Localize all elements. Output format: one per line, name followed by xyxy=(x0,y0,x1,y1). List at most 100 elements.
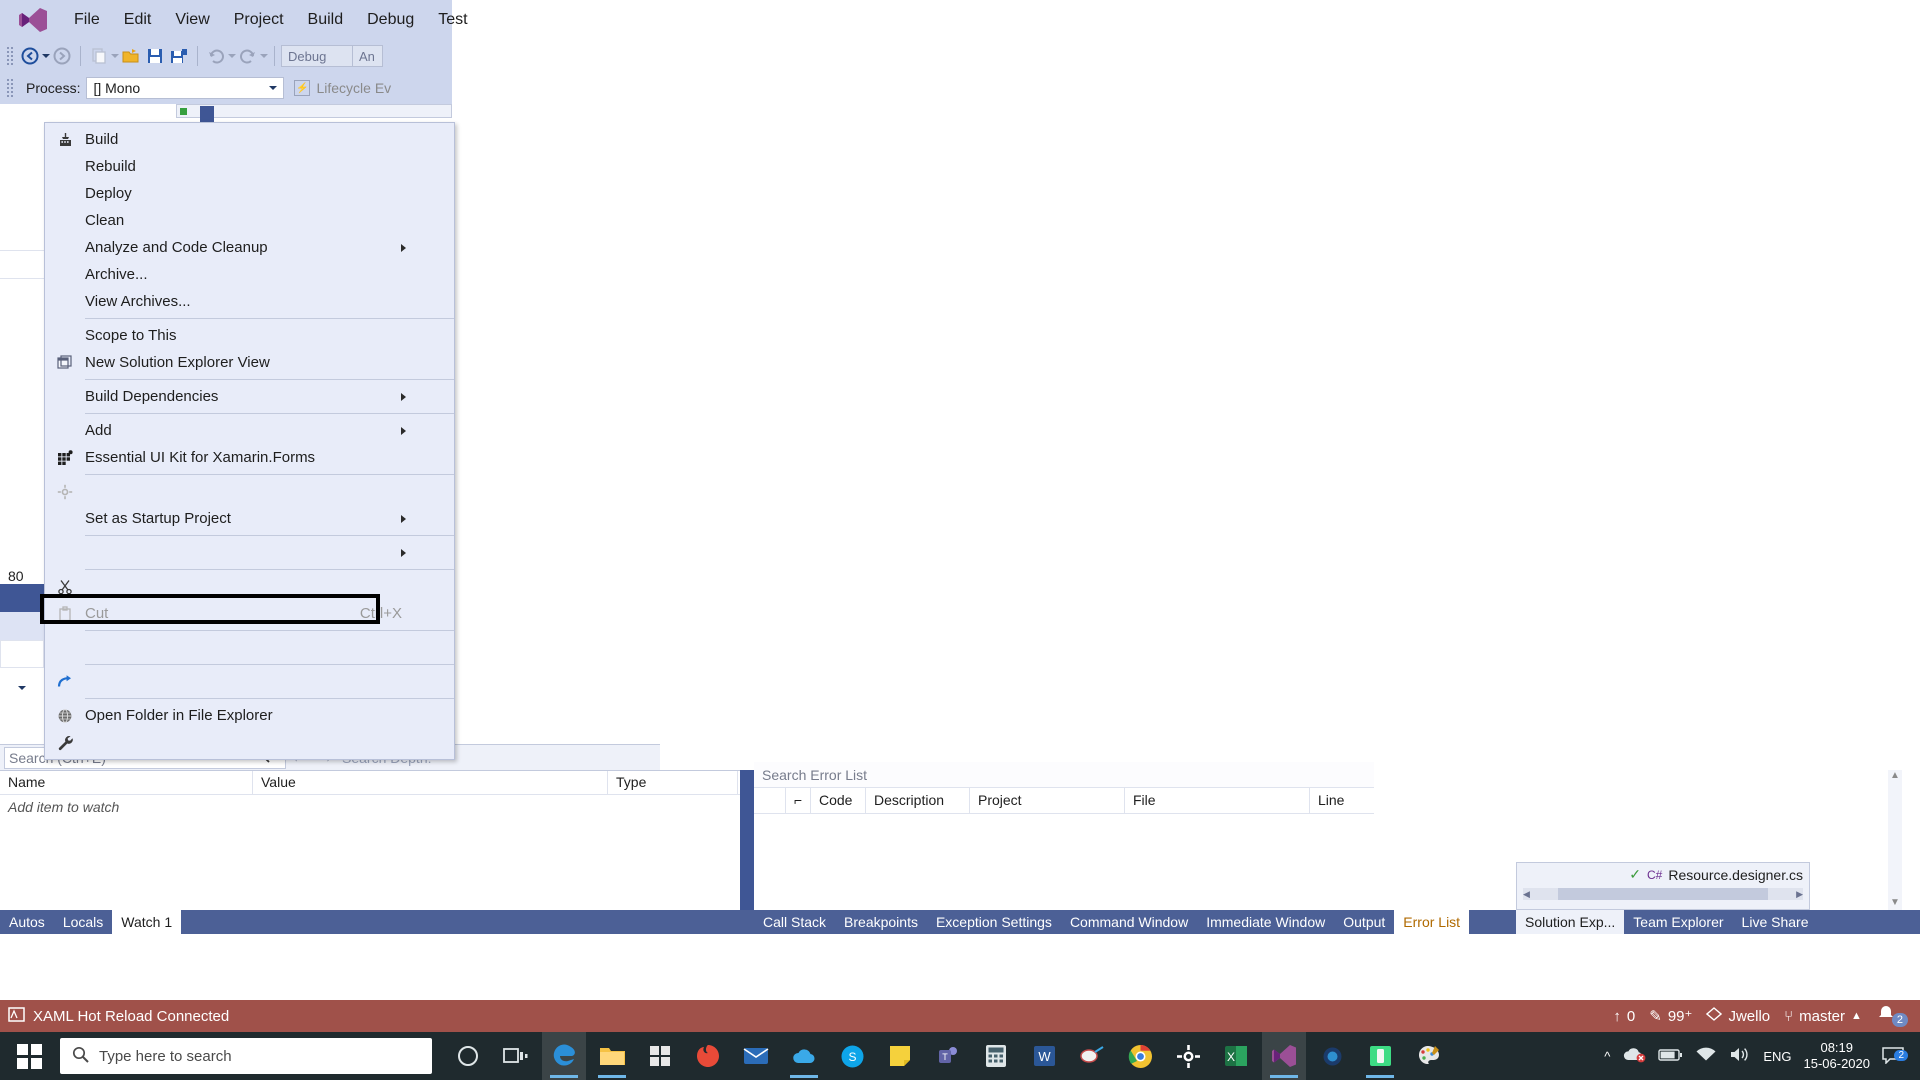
editor-zoom-indicator[interactable]: ✎ 99⁺ xyxy=(1649,1007,1692,1025)
context-menu-item-scope-to-this[interactable]: Scope to This xyxy=(45,322,454,349)
tab-team-explorer[interactable]: Team Explorer xyxy=(1624,910,1732,934)
mail-icon[interactable] xyxy=(734,1032,778,1080)
keyboard-language[interactable]: ENG xyxy=(1763,1049,1791,1064)
context-menu-item-archive[interactable]: Archive... xyxy=(45,261,454,288)
solution-platform-combo[interactable]: An xyxy=(353,45,383,67)
paint-icon[interactable] xyxy=(1406,1032,1450,1080)
tab-autos[interactable]: Autos xyxy=(0,910,54,934)
visual-studio-icon[interactable] xyxy=(1262,1032,1306,1080)
tab-command-window[interactable]: Command Window xyxy=(1061,910,1197,934)
menu-view[interactable]: View xyxy=(163,7,221,33)
context-menu-item-essential-ui-kit[interactable]: Essential UI Kit for Xamarin.Forms xyxy=(45,444,454,471)
redo-dropdown-icon[interactable] xyxy=(260,54,268,58)
tab-immediate-window[interactable]: Immediate Window xyxy=(1197,910,1334,934)
tab-error-list[interactable]: Error List xyxy=(1394,910,1470,934)
toolbar-grip[interactable] xyxy=(6,46,14,66)
navigate-back-dropdown-icon[interactable] xyxy=(42,54,50,58)
taskbar-clock[interactable]: 08:19 15-06-2020 xyxy=(1804,1040,1871,1072)
calculator-icon[interactable] xyxy=(974,1032,1018,1080)
file-explorer-icon[interactable] xyxy=(590,1032,634,1080)
tab-exception-settings[interactable]: Exception Settings xyxy=(927,910,1061,934)
process-combo[interactable]: [] Mono xyxy=(86,77,285,99)
solution-configuration-combo[interactable]: Debug xyxy=(281,45,353,67)
chrome-icon[interactable] xyxy=(1118,1032,1162,1080)
onedrive-icon[interactable] xyxy=(782,1032,826,1080)
scroll-thumb[interactable] xyxy=(1558,888,1768,900)
context-menu-item-build-dependencies[interactable]: Build Dependencies xyxy=(45,383,454,410)
error-list-column-line[interactable]: Line xyxy=(1310,788,1370,813)
menu-file[interactable]: File xyxy=(62,7,112,33)
tab-watch-1[interactable]: Watch 1 xyxy=(112,910,182,934)
context-menu-item-build[interactable]: Build xyxy=(45,126,454,153)
tab-output[interactable]: Output xyxy=(1334,910,1394,934)
context-menu-item-load-project-dependencies[interactable] xyxy=(45,634,454,661)
process-toolbar-grip[interactable] xyxy=(6,78,14,98)
context-menu-item-rebuild[interactable]: Rebuild xyxy=(45,153,454,180)
context-menu-item-add[interactable]: Add xyxy=(45,417,454,444)
watch-column-type[interactable]: Type xyxy=(608,771,738,794)
cortana-icon[interactable] xyxy=(446,1032,490,1080)
menu-test[interactable]: Test xyxy=(426,7,479,33)
battery-icon[interactable] xyxy=(1658,1048,1683,1065)
context-menu-item-properties[interactable] xyxy=(45,729,454,756)
menu-edit[interactable]: Edit xyxy=(112,7,164,33)
wifi-icon[interactable] xyxy=(1695,1047,1717,1066)
watch-column-name[interactable]: Name xyxy=(0,771,253,794)
context-menu-item-debug[interactable]: Set as Startup Project xyxy=(45,505,454,532)
user-account[interactable]: Jwello xyxy=(1706,1007,1770,1025)
watch-empty-row[interactable]: Add item to watch xyxy=(0,795,740,819)
undo-dropdown-icon[interactable] xyxy=(228,54,236,58)
context-menu-item-cut[interactable] xyxy=(45,573,454,600)
navigate-forward-icon[interactable] xyxy=(50,44,74,68)
navigate-back-icon[interactable] xyxy=(18,44,42,68)
save-icon[interactable] xyxy=(143,44,167,68)
error-list-column-file[interactable]: File xyxy=(1125,788,1310,813)
error-list-column-code[interactable]: Code xyxy=(811,788,866,813)
watch-scrollbar[interactable]: ▲ ▼ xyxy=(1888,770,1902,910)
redo-icon[interactable] xyxy=(236,44,260,68)
paint-3d-icon[interactable] xyxy=(1070,1032,1114,1080)
error-list-column-blank[interactable] xyxy=(754,788,786,813)
scroll-down-icon[interactable]: ▼ xyxy=(1888,897,1902,908)
microsoft-store-icon[interactable] xyxy=(638,1032,682,1080)
context-menu-item-new-solution-explorer-view[interactable]: New Solution Explorer View xyxy=(45,349,454,376)
tab-locals[interactable]: Locals xyxy=(54,910,112,934)
watch-column-value[interactable]: Value xyxy=(253,771,608,794)
skype-icon[interactable]: S xyxy=(830,1032,874,1080)
volume-icon[interactable] xyxy=(1729,1046,1751,1066)
teams-icon[interactable]: T xyxy=(926,1032,970,1080)
context-menu-item-clean[interactable]: Clean xyxy=(45,207,454,234)
sticky-notes-icon[interactable] xyxy=(878,1032,922,1080)
tab-live-share[interactable]: Live Share xyxy=(1733,910,1818,934)
taskbar-search-input[interactable]: Type here to search xyxy=(60,1038,432,1074)
settings-icon[interactable] xyxy=(1166,1032,1210,1080)
save-all-icon[interactable] xyxy=(167,44,191,68)
horizontal-scrollbar[interactable]: ◀ ▶ xyxy=(1523,888,1803,900)
context-menu-item-nsight-user-properties[interactable]: Open Folder in File Explorer xyxy=(45,702,454,729)
edge-icon[interactable] xyxy=(542,1032,586,1080)
error-list-column-project[interactable]: Project xyxy=(970,788,1125,813)
document-title-row[interactable]: ✓ C# Resource.designer.cs xyxy=(1517,863,1809,886)
onedrive-error-icon[interactable] xyxy=(1622,1046,1646,1066)
menu-build[interactable]: Build xyxy=(296,7,356,33)
open-folder-icon[interactable] xyxy=(119,44,143,68)
task-view-icon[interactable] xyxy=(494,1032,538,1080)
undo-icon[interactable] xyxy=(204,44,228,68)
context-menu-item-analyze-and-code-cleanup[interactable]: Analyze and Code Cleanup xyxy=(45,234,454,261)
new-item-icon[interactable] xyxy=(87,44,111,68)
context-menu-item-deploy[interactable]: Deploy xyxy=(45,180,454,207)
scroll-up-icon[interactable]: ▲ xyxy=(1888,770,1902,781)
firefox-icon[interactable] xyxy=(686,1032,730,1080)
android-emulator-icon[interactable] xyxy=(1358,1032,1402,1080)
watch-error-splitter[interactable] xyxy=(740,770,754,910)
error-list-column-sort-icon[interactable]: ⌐ xyxy=(786,788,811,813)
pending-changes-indicator[interactable]: ↑ 0 xyxy=(1613,1008,1635,1025)
menu-project[interactable]: Project xyxy=(222,7,296,33)
context-menu-item-source-control[interactable] xyxy=(45,539,454,566)
new-item-dropdown-icon[interactable] xyxy=(111,54,119,58)
nsight-icon[interactable] xyxy=(1310,1032,1354,1080)
error-list-column-description[interactable]: Description xyxy=(866,788,970,813)
source-control-branch[interactable]: ⑂ master ▲ xyxy=(1784,1008,1862,1025)
notifications[interactable]: 2 xyxy=(1876,1005,1908,1027)
action-center-icon[interactable]: 2 xyxy=(1882,1046,1910,1067)
